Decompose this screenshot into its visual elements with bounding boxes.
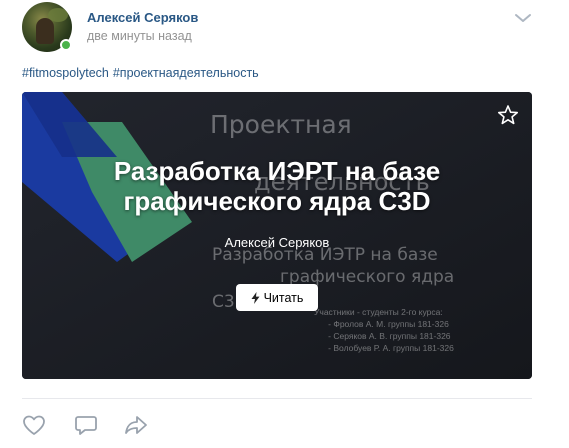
hashtags: #fitmospolytech #проектнаядеятельность (22, 66, 263, 80)
lightning-icon (251, 291, 260, 304)
cover-text: Проектная (210, 110, 352, 139)
article-title[interactable]: Разработка ИЭРТ на базе графического ядр… (22, 156, 532, 216)
comment-icon[interactable] (74, 414, 98, 436)
avatar[interactable] (22, 2, 72, 52)
hashtag-link[interactable]: #fitmospolytech (22, 66, 109, 80)
hashtag-link[interactable]: #проектнаядеятельность (113, 66, 259, 80)
cover-participants: Участники - студенты 2-го курса: - Фроло… (314, 307, 454, 353)
author-name[interactable]: Алексей Серяков (87, 10, 198, 25)
online-indicator (60, 39, 72, 51)
post-time[interactable]: две минуты назад (87, 29, 192, 43)
read-button-label: Читать (263, 290, 304, 305)
post: Алексей Серяков две минуты назад #fitmos… (0, 0, 569, 448)
star-icon[interactable] (497, 104, 519, 126)
heart-icon[interactable] (22, 414, 46, 436)
article-card[interactable]: Проектная деятельность Разработка ИЭТР н… (22, 92, 532, 379)
article-author: Алексей Серяков (224, 235, 330, 250)
share-arrow-icon[interactable] (124, 414, 148, 436)
divider (22, 398, 532, 399)
chevron-down-icon[interactable] (514, 12, 532, 24)
read-button[interactable]: Читать (236, 284, 318, 311)
